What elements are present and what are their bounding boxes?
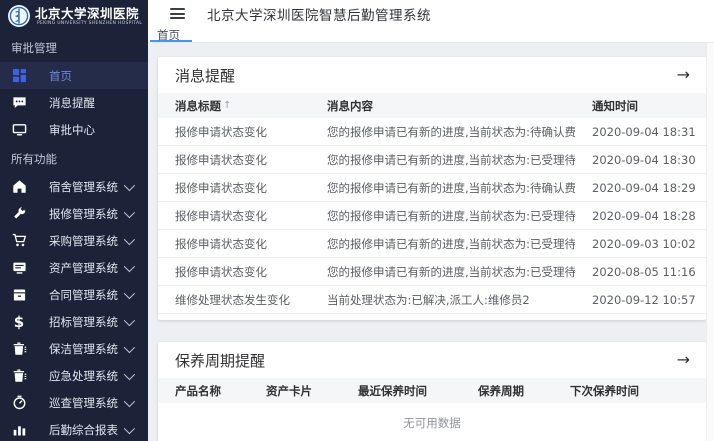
- shopping-cart-icon: [11, 233, 27, 249]
- sidebar-item-bidding-system[interactable]: $ 招标管理系统: [0, 308, 148, 335]
- app-window: 北京大学深圳医院 PEKING UNIVERSITY SHENZHEN HOSP…: [0, 0, 714, 441]
- sidebar-item-label: 首页: [49, 68, 140, 84]
- bar-chart-icon: [11, 422, 27, 438]
- dashboard-icon: [11, 68, 27, 84]
- sort-asc-icon: ↑: [223, 100, 231, 111]
- hospital-name: 北京大学深圳医院: [35, 7, 142, 21]
- calendar-icon: [11, 287, 27, 303]
- column-header-last-maintenance[interactable]: 最近保养时间: [341, 383, 461, 399]
- chevron-down-icon: [124, 395, 135, 406]
- column-header-time[interactable]: 通知时间: [575, 98, 706, 114]
- sidebar-item-cleaning-system[interactable]: 保洁管理系统: [0, 335, 148, 362]
- column-header-content[interactable]: 消息内容: [310, 98, 575, 114]
- table-row[interactable]: 报修申请状态变化 您的报修申请已有新的进度,当前状态为:已受理待派工 2020-…: [158, 146, 706, 174]
- tab-home[interactable]: 首页: [150, 27, 192, 42]
- sidebar-item-label: 应急处理系统: [49, 368, 124, 384]
- trash-icon: [11, 341, 27, 357]
- scrollbar-track[interactable]: [706, 43, 714, 441]
- sidebar: 北京大学深圳医院 PEKING UNIVERSITY SHENZHEN HOSP…: [0, 0, 148, 441]
- message-reminders-card: 消息提醒 → 消息标题 ↑ 消息内容 通知时间 报修申请状态变化 您的报修申请已…: [158, 57, 706, 320]
- sidebar-item-dormitory-system[interactable]: 宿舍管理系统: [0, 173, 148, 200]
- tab-bar: 首页: [148, 27, 714, 43]
- section-label-approval: 审批管理: [0, 32, 148, 62]
- chevron-down-icon: [124, 233, 135, 244]
- home-icon: [11, 179, 27, 195]
- monitor-icon: [11, 122, 27, 138]
- table-row[interactable]: 维修处理状态发生变化 当前处理状态为:已解决,派工人:维修员2 2020-09-…: [158, 286, 706, 314]
- chevron-down-icon: [124, 341, 135, 352]
- sidebar-item-label: 消息提醒: [49, 95, 140, 111]
- sidebar-item-label: 资产管理系统: [49, 260, 124, 276]
- app-title: 北京大学深圳医院智慧后勤管理系统: [207, 4, 431, 24]
- sidebar-item-procurement-system[interactable]: 采购管理系统: [0, 227, 148, 254]
- column-header-next-maintenance[interactable]: 下次保养时间: [553, 383, 706, 399]
- trash-icon: [11, 368, 27, 384]
- chevron-down-icon: [124, 179, 135, 190]
- message-table-header: 消息标题 ↑ 消息内容 通知时间: [158, 93, 706, 118]
- asset-card-icon: [11, 260, 27, 276]
- chevron-down-icon: [124, 260, 135, 271]
- table-row[interactable]: 报修申请状态变化 您的报修申请已有新的进度,当前状态为:待确认费用 2020-0…: [158, 174, 706, 202]
- dollar-icon: $: [11, 314, 27, 330]
- sidebar-item-label: 审批中心: [49, 122, 140, 138]
- maintenance-card-title: 保养周期提醒: [175, 350, 265, 371]
- chevron-down-icon: [124, 287, 135, 298]
- column-header-asset-card[interactable]: 资产卡片: [249, 383, 341, 399]
- top-header: 北京大学深圳医院智慧后勤管理系统: [148, 0, 714, 27]
- chevron-down-icon: [124, 314, 135, 325]
- maintenance-table-header: 产品名称 资产卡片 最近保养时间 保养周期 下次保养时间: [158, 378, 706, 403]
- sidebar-item-label: 宿舍管理系统: [49, 179, 124, 195]
- column-header-cycle[interactable]: 保养周期: [461, 383, 553, 399]
- chevron-down-icon: [124, 422, 135, 433]
- sidebar-item-label: 合同管理系统: [49, 287, 124, 303]
- hospital-emblem-icon: [7, 4, 31, 28]
- column-header-product-name[interactable]: 产品名称: [158, 383, 249, 399]
- hospital-name-en: PEKING UNIVERSITY SHENZHEN HOSPITAL: [35, 21, 142, 26]
- sidebar-item-label: 采购管理系统: [49, 233, 124, 249]
- sidebar-item-repair-system[interactable]: 报修管理系统: [0, 200, 148, 227]
- sidebar-item-contract-system[interactable]: 合同管理系统: [0, 281, 148, 308]
- sidebar-item-emergency-system[interactable]: 应急处理系统: [0, 362, 148, 389]
- sidebar-item-label: 报修管理系统: [49, 206, 124, 222]
- sidebar-item-inspection-system[interactable]: 巡查管理系统: [0, 389, 148, 416]
- sidebar-item-label: 巡查管理系统: [49, 395, 124, 411]
- empty-state-text: 无可用数据: [158, 403, 706, 441]
- table-row[interactable]: 报修申请状态变化 您的报修申请已有新的进度,当前状态为:已受理待派工 2020-…: [158, 202, 706, 230]
- chevron-down-icon: [124, 368, 135, 379]
- section-label-all-functions: 所有功能: [0, 143, 148, 173]
- arrow-right-icon[interactable]: →: [677, 352, 690, 368]
- sidebar-item-label: 招标管理系统: [49, 314, 124, 330]
- sidebar-item-home[interactable]: 首页: [0, 62, 148, 89]
- sidebar-item-asset-system[interactable]: 资产管理系统: [0, 254, 148, 281]
- chat-bubble-icon: [11, 95, 27, 111]
- main-area: 北京大学深圳医院智慧后勤管理系统 首页 消息提醒 → 消息标题 ↑ 消息内容 通…: [148, 0, 714, 441]
- table-row[interactable]: 报修申请状态变化 您的报修申请已有新的进度,当前状态为:已受理待派工 2020-…: [158, 230, 706, 258]
- sidebar-item-label: 后勤综合报表: [49, 422, 124, 438]
- hamburger-menu-icon[interactable]: [170, 8, 185, 19]
- chevron-down-icon: [124, 206, 135, 217]
- message-card-title: 消息提醒: [175, 65, 235, 86]
- hospital-logo: 北京大学深圳医院 PEKING UNIVERSITY SHENZHEN HOSP…: [0, 0, 148, 32]
- stopwatch-icon: [11, 395, 27, 411]
- maintenance-cycle-card: 保养周期提醒 → 产品名称 资产卡片 最近保养时间 保养周期 下次保养时间 无可…: [158, 342, 706, 441]
- column-header-title[interactable]: 消息标题 ↑: [158, 98, 310, 114]
- wrench-icon: [11, 206, 27, 222]
- sidebar-item-logistics-reports[interactable]: 后勤综合报表: [0, 416, 148, 441]
- table-row[interactable]: 报修申请状态变化 您的报修申请已有新的进度,当前状态为:待确认费用 2020-0…: [158, 118, 706, 146]
- sidebar-item-messages[interactable]: 消息提醒: [0, 89, 148, 116]
- sidebar-item-label: 保洁管理系统: [49, 341, 124, 357]
- arrow-right-icon[interactable]: →: [677, 67, 690, 83]
- table-row[interactable]: 报修申请状态变化 您的报修申请已有新的进度,当前状态为:已受理待派工 2020-…: [158, 258, 706, 286]
- content-area: 消息提醒 → 消息标题 ↑ 消息内容 通知时间 报修申请状态变化 您的报修申请已…: [148, 43, 714, 441]
- sidebar-item-approval-center[interactable]: 审批中心: [0, 116, 148, 143]
